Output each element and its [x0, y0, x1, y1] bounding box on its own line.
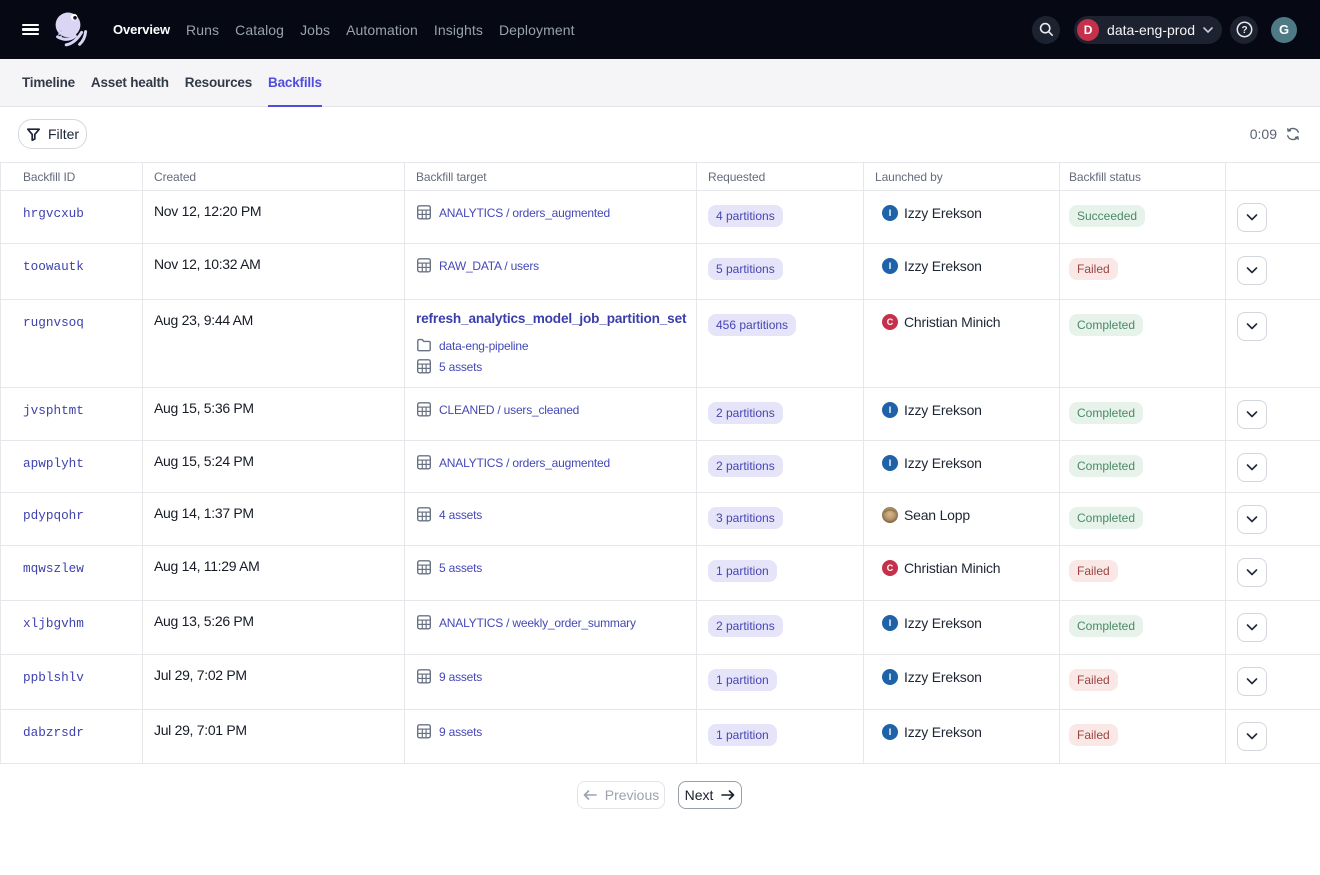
svg-text:?: ? — [1241, 25, 1247, 36]
